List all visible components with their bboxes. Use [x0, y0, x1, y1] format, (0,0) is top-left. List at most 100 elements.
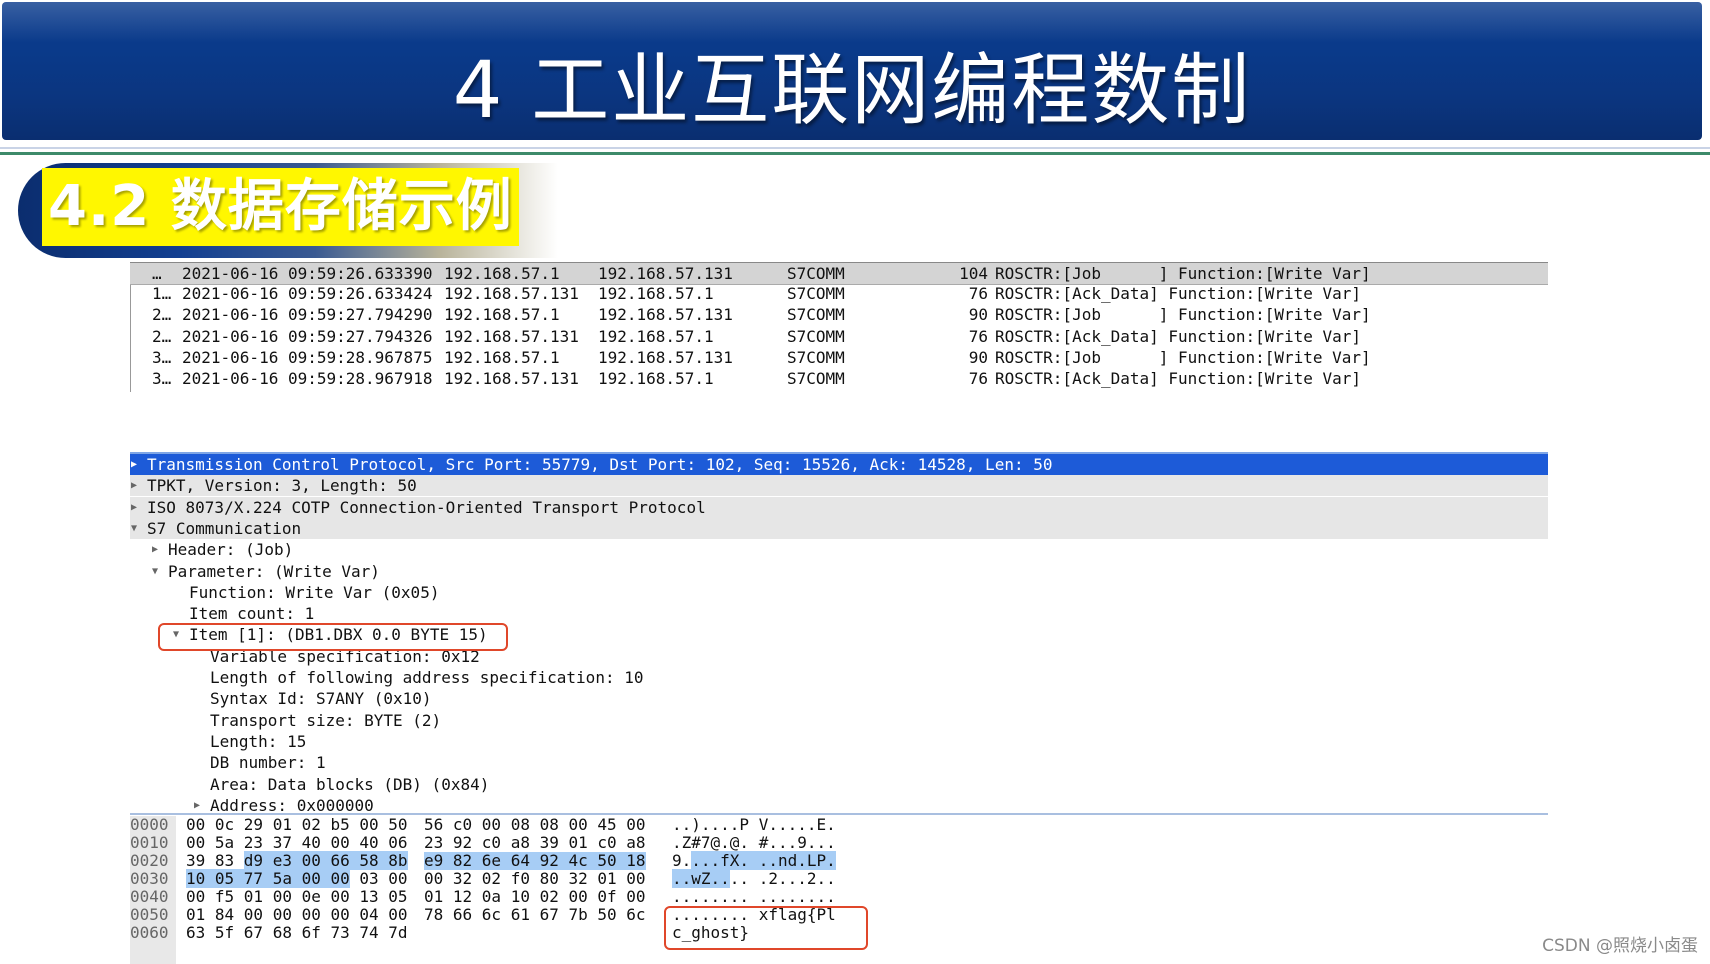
hex-row[interactable]: 0010 00 5a 23 37 40 00 40 06 23 92 c0 a8 3…	[130, 834, 1548, 852]
detail-row[interactable]: ▶ TPKT, Version: 3, Length: 50	[130, 475, 1548, 497]
packet-src-cell: 192.168.57.1	[444, 347, 560, 367]
hex-offset: 0050	[130, 905, 169, 924]
detail-row[interactable]: Length of following address specificatio…	[130, 667, 1548, 688]
banner-divider-light	[0, 147, 1710, 149]
packet-no-cell: 3…	[152, 347, 172, 367]
packet-row[interactable]: 1… 2021-06-16 09:59:26.633424 192.168.57.1…	[130, 283, 1548, 304]
detail-row[interactable]: Syntax Id: S7ANY (0x10)	[130, 688, 1548, 709]
detail-row[interactable]: Length: 15	[130, 731, 1548, 752]
detail-row[interactable]: ▶ Transmission Control Protocol, Src Port…	[130, 454, 1548, 475]
hex-bytes-left: 39 83 d9 e3 00 66 58 8b	[186, 851, 408, 870]
packet-no-cell: 1…	[152, 284, 172, 304]
expand-right-icon[interactable]: ▶	[152, 539, 158, 560]
section-heading: 4.2 数据存储示例	[42, 168, 519, 246]
packet-info-cell: ROSCTR:[Ack_Data] Function:[Write Var]	[995, 326, 1362, 346]
packet-dst-cell: 192.168.57.1	[598, 326, 714, 346]
hex-bytes-left: 01 84 00 00 00 00 04 00	[186, 905, 408, 924]
hex-offset: 0010	[130, 833, 169, 852]
packet-time-cell: 2021-06-16 09:59:28.967875	[182, 347, 433, 367]
detail-row[interactable]: DB number: 1	[130, 752, 1548, 773]
detail-label: Length: 15	[210, 731, 307, 751]
detail-label: Transport size: BYTE (2)	[210, 710, 442, 730]
packet-row[interactable]: 3… 2021-06-16 09:59:28.967875 192.168.57.1…	[130, 347, 1548, 368]
hex-bytes-left: 00 f5 01 00 0e 00 13 05	[186, 887, 408, 906]
detail-row[interactable]: ▼ Parameter: (Write Var)	[130, 561, 1548, 582]
packet-dst-cell: 192.168.57.1	[598, 284, 714, 304]
detail-label: ISO 8073/X.224 COTP Connection-Oriented …	[147, 497, 706, 517]
detail-row[interactable]: Function: Write Var (0x05)	[130, 582, 1548, 603]
hex-bytes-right: 23 92 c0 a8 39 01 c0 a8	[424, 833, 646, 852]
detail-row[interactable]: Item count: 1	[130, 603, 1548, 624]
hex-row[interactable]: 0040 00 f5 01 00 0e 00 13 05 01 12 0a 10 0…	[130, 888, 1548, 906]
packet-row[interactable]: 2… 2021-06-16 09:59:27.794290 192.168.57.1…	[130, 304, 1548, 325]
detail-row[interactable]: ▶ ISO 8073/X.224 COTP Connection-Oriented…	[130, 496, 1548, 518]
hex-ascii: ..)....P V.....E.	[672, 815, 836, 834]
packet-info-cell: ROSCTR:[Ack_Data] Function:[Write Var]	[995, 284, 1362, 304]
packet-len-cell: 90	[968, 305, 988, 325]
packet-no-cell: 2…	[152, 305, 172, 325]
expand-right-icon[interactable]: ▶	[131, 497, 137, 518]
detail-label: S7 Communication	[147, 518, 302, 538]
hex-bytes-left: 00 0c 29 01 02 b5 00 50	[186, 815, 408, 834]
hex-row[interactable]: 0020 39 83 d9 e3 00 66 58 8b e9 82 6e 64 9…	[130, 851, 1548, 870]
packet-len-cell: 76	[968, 369, 988, 388]
flag-highlight-box	[664, 906, 868, 950]
packet-no-cell: 2…	[152, 326, 172, 346]
packet-len-cell: 76	[968, 284, 988, 304]
hex-bytes-segment: d9 e3 00 66 58 8b	[243, 851, 408, 870]
hex-ascii-segment: 9.	[672, 851, 692, 870]
packet-time-cell: 2021-06-16 09:59:27.794326	[182, 326, 433, 346]
hex-bytes-left: 00 5a 23 37 40 00 40 06	[186, 833, 408, 852]
hex-bytes-right: 78 66 6c 61 67 7b 50 6c	[424, 905, 646, 924]
hex-ascii: .Z#7@.@. #...9...	[672, 833, 836, 852]
hex-ascii-segment: ..wZ..	[672, 869, 730, 888]
watermark: CSDN @照烧小卤蛋	[1542, 936, 1698, 956]
hex-bytes-right: 00 32 02 f0 80 32 01 00	[424, 869, 646, 888]
hex-row[interactable]: 0030 10 05 77 5a 00 00 03 00 00 32 02 f0 8…	[130, 869, 1548, 888]
detail-label: Area: Data blocks (DB) (0x84)	[210, 774, 490, 794]
expand-right-icon[interactable]: ▶	[131, 454, 137, 475]
packet-info-cell: ROSCTR:[Job ] Function:[Write Var]	[995, 347, 1371, 367]
expand-down-icon[interactable]: ▼	[152, 561, 158, 582]
detail-label: TPKT, Version: 3, Length: 50	[147, 476, 417, 496]
detail-label: Length of following address specificatio…	[210, 668, 644, 687]
packet-src-cell: 192.168.57.1	[444, 305, 560, 325]
detail-label: DB number: 1	[210, 753, 326, 773]
packet-row[interactable]: … 2021-06-16 09:59:26.633390 192.168.57.1 1…	[130, 262, 1548, 285]
hex-offset: 0000	[130, 815, 169, 834]
detail-label: Function: Write Var (0x05)	[189, 582, 440, 602]
hex-ascii-segment: .. .2...2..	[729, 869, 836, 888]
slide-title: 4 工业互联网编程数制	[452, 46, 1252, 136]
hex-bytes-left: 63 5f 67 68 6f 73 74 7d	[186, 923, 408, 942]
packet-proto-cell: S7COMM	[787, 347, 845, 367]
packet-proto-cell: S7COMM	[787, 264, 845, 283]
packet-info-cell: ROSCTR:[Ack_Data] Function:[Write Var]	[995, 369, 1362, 388]
detail-row[interactable]: Transport size: BYTE (2)	[130, 710, 1548, 731]
packet-row[interactable]: 2… 2021-06-16 09:59:27.794326 192.168.57.1…	[130, 326, 1548, 347]
packet-dst-cell: 192.168.57.1	[598, 369, 714, 388]
hex-row[interactable]: 0000 00 0c 29 01 02 b5 00 50 56 c0 00 08 0…	[130, 816, 1548, 834]
hex-bytes-segment: 10 05 77 5a 00 00	[186, 869, 350, 888]
hex-offset: 0060	[130, 923, 169, 942]
packet-no-cell: 3…	[152, 369, 172, 388]
detail-row[interactable]: ▼ S7 Communication	[130, 517, 1548, 539]
packet-proto-cell: S7COMM	[787, 284, 845, 304]
detail-label: Item count: 1	[189, 604, 315, 624]
hex-offset: 0030	[130, 869, 169, 888]
hex-bytes-left: 10 05 77 5a 00 00 03 00	[186, 869, 408, 888]
packet-proto-cell: S7COMM	[787, 369, 845, 388]
detail-row[interactable]: ▶ Header: (Job)	[130, 539, 1548, 560]
packet-src-cell: 192.168.57.131	[444, 369, 579, 388]
detail-label: Transmission Control Protocol, Src Port:…	[147, 455, 1053, 474]
hex-bytes-right: 56 c0 00 08 08 00 45 00	[424, 815, 646, 834]
detail-row[interactable]: Area: Data blocks (DB) (0x84)	[130, 774, 1548, 795]
packet-row[interactable]: 3… 2021-06-16 09:59:28.967918 192.168.57.1…	[130, 368, 1548, 389]
packet-src-cell: 192.168.57.131	[444, 326, 579, 346]
packet-dst-cell: 192.168.57.131	[598, 347, 733, 367]
item-highlight-box	[158, 623, 508, 651]
packet-info-cell: ROSCTR:[Job ] Function:[Write Var]	[995, 305, 1371, 325]
hex-bytes-right: 01 12 0a 10 02 00 0f 00	[424, 887, 646, 906]
expand-right-icon[interactable]: ▶	[131, 475, 137, 496]
expand-down-icon[interactable]: ▼	[131, 518, 137, 539]
packet-list: … 2021-06-16 09:59:26.633390 192.168.57.1 1…	[130, 262, 1548, 392]
